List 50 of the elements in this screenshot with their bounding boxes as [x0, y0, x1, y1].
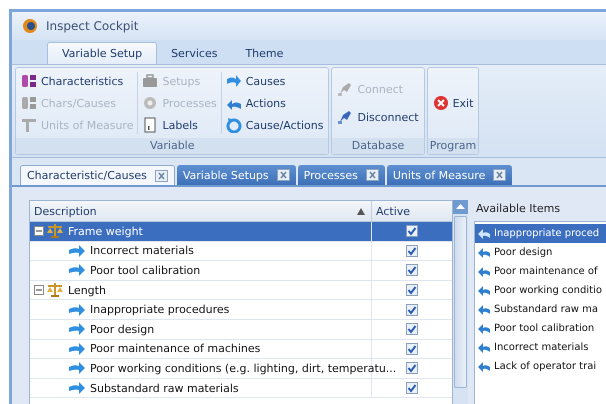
list-item[interactable]: Substandard raw ma: [475, 300, 606, 319]
tree-row[interactable]: Poor design: [30, 320, 452, 340]
document-tab[interactable]: Units of Measure: [386, 165, 512, 185]
row-text: Inappropriate procedures: [89, 303, 230, 316]
row-text: Poor design: [89, 322, 154, 336]
ribbon-button[interactable]: Disconnect: [335, 108, 421, 126]
tree-row[interactable]: Poor maintenance of machines: [30, 340, 452, 360]
tree-row[interactable]: Substandard raw materials: [30, 378, 452, 398]
tab-label: Units of Measure: [392, 168, 486, 182]
ribbon-tab[interactable]: Services: [157, 43, 232, 64]
ribbon-button[interactable]: Characteristics: [19, 72, 136, 90]
ribbon-tab[interactable]: Variable Setup: [47, 42, 158, 64]
tree-row[interactable]: Poor working conditions (e.g. lighting, dirt, temperatu...: [30, 359, 452, 379]
tab-label: Characteristic/Causes: [27, 169, 147, 182]
list-item[interactable]: Poor tool calibration: [475, 319, 606, 338]
row-text: Incorrect materials: [89, 244, 194, 258]
ribbon-button[interactable]: Labels: [140, 116, 219, 134]
list-item[interactable]: Incorrect materials: [475, 338, 606, 357]
ribbon-button[interactable]: Causes: [224, 72, 326, 90]
list-item[interactable]: Poor working conditio: [475, 281, 606, 300]
tree-row[interactable]: Length: [30, 280, 452, 300]
tree-row[interactable]: Poor tool calibration: [30, 261, 452, 281]
ribbon-button[interactable]: Exit: [430, 94, 476, 112]
row-text: Poor tool calibration: [89, 264, 200, 277]
document-tab[interactable]: Variable Setups: [176, 165, 296, 185]
group-label: Database: [332, 138, 424, 154]
ribbon-tab[interactable]: Theme: [231, 43, 298, 64]
group-label: Variable: [16, 138, 328, 154]
panel-title: Available Items: [475, 201, 562, 217]
row-text: Length: [67, 284, 106, 297]
window-title: Inspect Cockpit: [46, 19, 138, 33]
list-item[interactable]: Poor maintenance of: [475, 262, 606, 281]
row-text: Poor maintenance of machines: [89, 342, 260, 356]
document-tab[interactable]: Characteristic/Causes: [20, 165, 175, 185]
group-label: Program: [428, 138, 478, 154]
tree-row[interactable]: Inappropriate procedures: [30, 300, 452, 320]
list-item[interactable]: Lack of operator trai: [475, 357, 606, 376]
list-item[interactable]: Poor design: [475, 243, 606, 262]
column-header[interactable]: Description: [30, 201, 372, 221]
list-item[interactable]: Inappropriate proced: [475, 224, 606, 243]
row-text: Frame weight: [67, 224, 143, 238]
column-header[interactable]: Active: [372, 201, 414, 221]
row-text: Substandard raw materials: [89, 382, 239, 395]
row-text: Poor working conditions (e.g. lighting, dirt, temperatu...: [89, 362, 396, 375]
ribbon-button[interactable]: Cause/Actions: [224, 116, 326, 134]
tab-label: Processes: [304, 168, 358, 182]
tree-row[interactable]: Incorrect materials: [30, 242, 452, 262]
document-tab[interactable]: Processes: [298, 165, 385, 185]
tab-label: Variable Setups: [182, 168, 269, 182]
ribbon-button[interactable]: Actions: [224, 94, 326, 112]
